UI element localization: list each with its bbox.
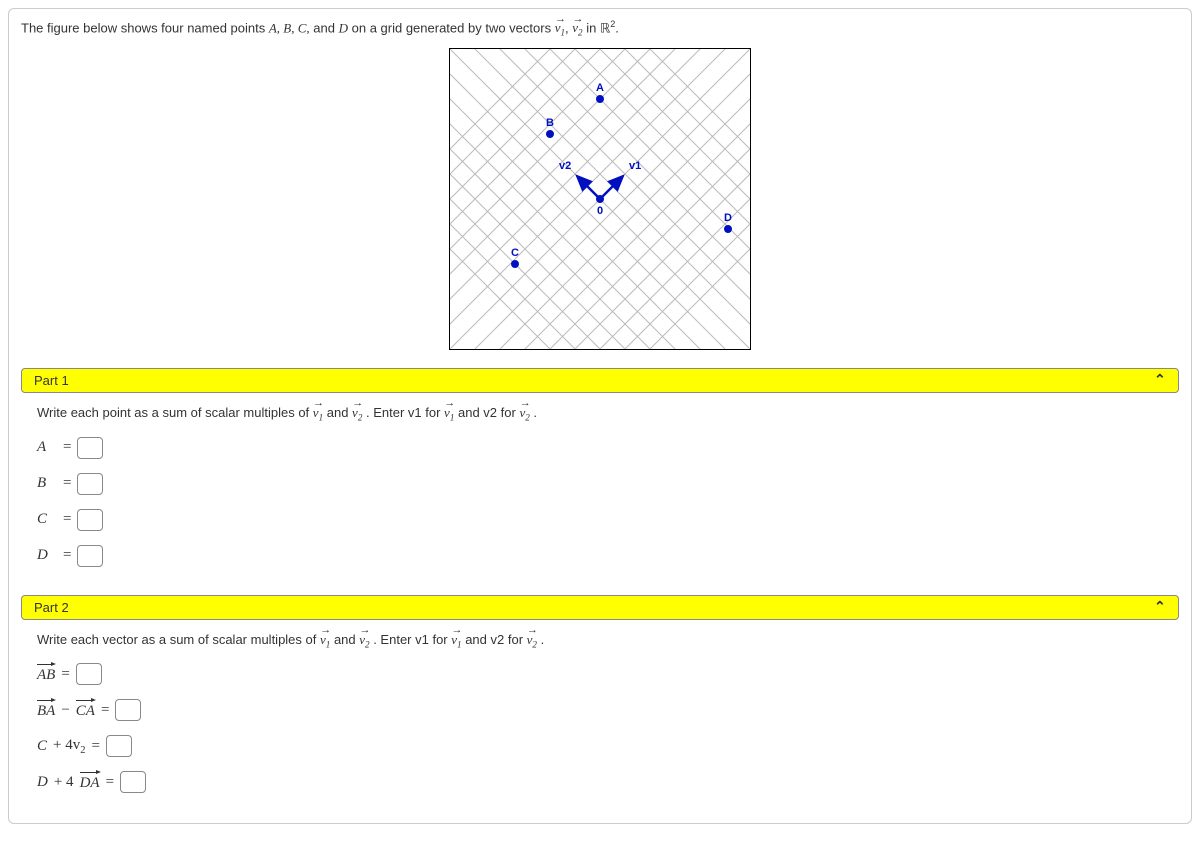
part1-title: Part 1: [34, 373, 69, 388]
real-space: ℝ: [600, 20, 610, 35]
label-A: A: [596, 82, 604, 94]
vec-v1: v1: [320, 632, 330, 650]
prompt-text: The figure below shows four named points…: [21, 19, 1179, 38]
part2-header[interactable]: Part 2 ⌄: [21, 595, 1179, 620]
vec-BA: BA: [37, 700, 55, 720]
vec-CA: CA: [76, 700, 95, 720]
vec-v1: v1: [555, 20, 565, 38]
row-D4DA: D + 4 DA =: [37, 771, 1163, 793]
lhs-D: D: [37, 774, 48, 791]
part1-body: Write each point as a sum of scalar mult…: [21, 393, 1179, 587]
minus-sign: −: [61, 702, 69, 719]
grid-figure: 0 v1 v2 A B C D: [449, 48, 751, 350]
prompt-mid: on a grid generated by two vectors: [352, 20, 555, 35]
vec-AB: AB: [37, 664, 55, 684]
points-list: A, B, C,: [269, 20, 310, 35]
label-v2: v2: [559, 160, 571, 172]
lhs-A: A: [37, 439, 57, 456]
eq-sign: =: [106, 774, 114, 791]
prompt-period: .: [615, 20, 619, 35]
vec-v2: v2: [527, 632, 537, 650]
chevron-up-icon: ⌄: [1154, 597, 1166, 614]
vec-v2: v2: [572, 20, 582, 38]
grid-svg: 0 v1 v2 A B C D: [450, 49, 750, 349]
lhs-C4v2-mid: + 4v2: [53, 737, 85, 756]
row-D: D =: [37, 545, 1163, 567]
row-AB: AB =: [37, 663, 1163, 685]
input-BACA[interactable]: [115, 699, 141, 721]
lhs-D: D: [37, 547, 57, 564]
eq-sign: =: [91, 738, 99, 755]
input-D[interactable]: [77, 545, 103, 567]
figure-wrap: 0 v1 v2 A B C D: [21, 48, 1179, 352]
eq-sign: =: [61, 666, 69, 683]
label-D: D: [724, 212, 732, 224]
label-v1: v1: [629, 160, 641, 172]
vec-v1: v1: [451, 632, 461, 650]
problem-container: The figure below shows four named points…: [8, 8, 1192, 824]
input-C4v2[interactable]: [106, 735, 132, 757]
input-AB[interactable]: [76, 663, 102, 685]
vec-v1: v1: [313, 405, 323, 423]
input-D4DA[interactable]: [120, 771, 146, 793]
point-D: D: [339, 20, 348, 35]
part2-instructions: Write each vector as a sum of scalar mul…: [37, 632, 1163, 650]
input-C[interactable]: [77, 509, 103, 531]
lhs-C: C: [37, 511, 57, 528]
row-BA-CA: BA − CA =: [37, 699, 1163, 721]
eq-sign: =: [63, 511, 71, 528]
prompt-and: and: [313, 20, 338, 35]
chevron-up-icon: ⌄: [1154, 370, 1166, 387]
input-A[interactable]: [77, 437, 103, 459]
label-0: 0: [597, 205, 603, 217]
vec-v1: v1: [444, 405, 454, 423]
eq-sign: =: [101, 702, 109, 719]
prompt-in: in: [586, 20, 600, 35]
part2-title: Part 2: [34, 600, 69, 615]
part1-header[interactable]: Part 1 ⌄: [21, 368, 1179, 393]
eq-sign: =: [63, 475, 71, 492]
lhs-B: B: [37, 475, 57, 492]
row-C4v2: C + 4v2 =: [37, 735, 1163, 757]
vec-v2: v2: [519, 405, 529, 423]
eq-sign: =: [63, 439, 71, 456]
vec-v2: v2: [359, 632, 369, 650]
eq-sign: =: [63, 547, 71, 564]
part2-body: Write each vector as a sum of scalar mul…: [21, 620, 1179, 814]
vec-DA: DA: [80, 772, 100, 792]
label-B: B: [546, 117, 554, 129]
row-B: B =: [37, 473, 1163, 495]
part1-instructions: Write each point as a sum of scalar mult…: [37, 405, 1163, 423]
prompt-prefix: The figure below shows four named points: [21, 20, 269, 35]
vec-v2: v2: [352, 405, 362, 423]
input-B[interactable]: [77, 473, 103, 495]
label-C: C: [511, 247, 519, 259]
row-A: A =: [37, 437, 1163, 459]
lhs-plus4: + 4: [54, 774, 74, 791]
lhs-C4v2-C: C: [37, 738, 47, 755]
row-C: C =: [37, 509, 1163, 531]
